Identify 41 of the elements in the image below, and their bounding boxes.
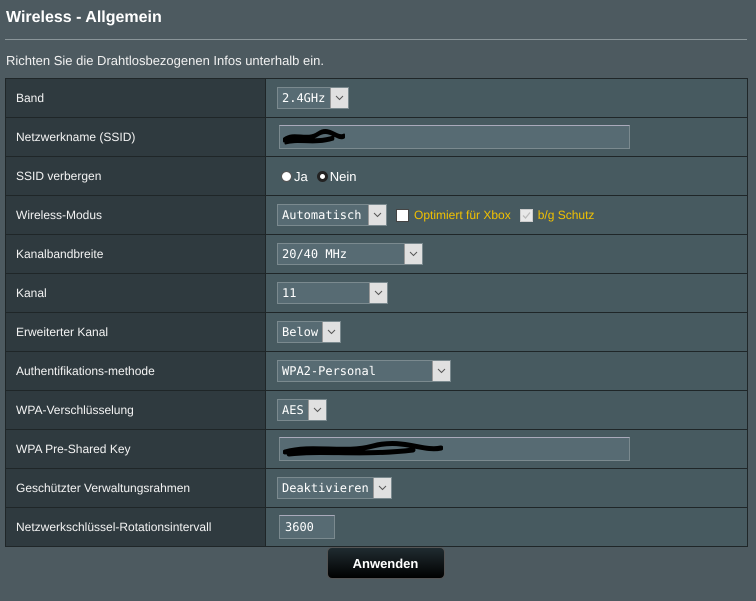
page-title: Wireless - Allgemein bbox=[5, 8, 163, 28]
dropdown[interactable]: 11 bbox=[277, 282, 388, 304]
dropdown[interactable]: AES bbox=[277, 399, 327, 421]
setting-label: Band bbox=[6, 79, 266, 117]
radio-label: Nein bbox=[330, 168, 356, 184]
checkbox-label: b/g Schutz bbox=[538, 208, 594, 222]
chevron-down-icon bbox=[312, 407, 322, 413]
dropdown[interactable]: Deaktivieren bbox=[277, 477, 392, 499]
input-field[interactable]: 3600 bbox=[279, 515, 335, 539]
radio-label: Ja bbox=[294, 168, 308, 184]
chevron-down-icon bbox=[374, 290, 383, 296]
dropdown[interactable]: 20/40 MHz bbox=[277, 243, 423, 265]
chevron-down-icon bbox=[437, 368, 446, 374]
dropdown[interactable]: WPA2-Personal bbox=[277, 360, 451, 382]
setting-label: Erweiterter Kanal bbox=[6, 313, 266, 351]
input-field[interactable] bbox=[279, 125, 630, 149]
chevron-down-icon bbox=[409, 251, 418, 257]
chevron-down-icon bbox=[378, 485, 387, 491]
setting-label: Kanal bbox=[6, 274, 266, 312]
setting-label: Authentifikations-methode bbox=[6, 352, 266, 390]
radio-button[interactable] bbox=[281, 170, 292, 182]
chevron-down-icon bbox=[373, 212, 382, 218]
dropdown[interactable]: Automatisch bbox=[277, 204, 387, 226]
setting-label: WPA-Verschlüsselung bbox=[6, 391, 266, 429]
setting-label: Geschützter Verwaltungsrahmen bbox=[6, 469, 266, 507]
radio-button[interactable] bbox=[316, 170, 328, 182]
setting-label: WPA Pre-Shared Key bbox=[6, 430, 266, 468]
dropdown[interactable]: Below bbox=[277, 321, 342, 343]
setting-label: Wireless-Modus bbox=[6, 196, 266, 234]
intro-text: Richten Sie die Drahtlosbezogenen Infos unterhalb ein. bbox=[6, 53, 325, 70]
checkbox[interactable] bbox=[396, 208, 409, 222]
setting-label: Netzwerkschlüssel-Rotationsintervall bbox=[6, 508, 266, 546]
apply-button[interactable]: Anwenden bbox=[326, 547, 444, 579]
checkbox-label: Optimiert für Xbox bbox=[414, 208, 511, 222]
setting-label: Kanalbandbreite bbox=[6, 235, 266, 273]
chevron-down-icon bbox=[327, 329, 336, 335]
chevron-down-icon bbox=[335, 95, 344, 101]
setting-label: SSID verbergen bbox=[6, 157, 266, 195]
setting-label: Netzwerkname (SSID) bbox=[6, 118, 266, 156]
dropdown[interactable]: 2.4GHz bbox=[277, 87, 349, 109]
input-field[interactable] bbox=[279, 437, 630, 461]
